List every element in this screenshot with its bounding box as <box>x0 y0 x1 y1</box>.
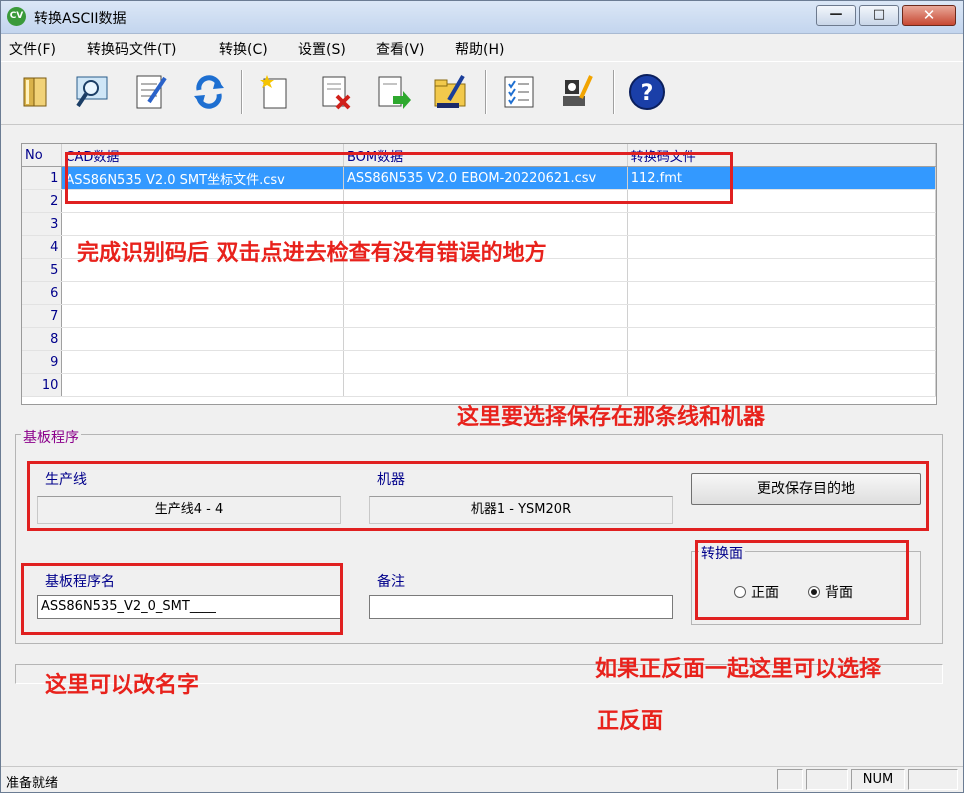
close-icon: ✕ <box>922 6 936 24</box>
bom-cell[interactable] <box>343 327 628 351</box>
table-row[interactable]: 3 <box>22 212 936 236</box>
toolbar-separator <box>241 70 243 114</box>
column-header-no[interactable]: No <box>22 144 63 167</box>
fmt-cell[interactable] <box>627 281 936 305</box>
maximize-icon: □ <box>872 7 886 22</box>
note-grid: 完成识别码后 双击点进去检查有没有错误的地方 <box>77 241 547 266</box>
cad-cell[interactable] <box>61 373 344 397</box>
fmt-cell[interactable] <box>627 350 936 374</box>
toolbar: ? <box>1 61 963 125</box>
note-name: 这里可以改名字 <box>45 673 200 698</box>
fmt-cell[interactable] <box>627 327 936 351</box>
export-file-icon[interactable] <box>371 70 415 114</box>
remark-input[interactable] <box>369 595 673 619</box>
menu-settings[interactable]: 设置(S) <box>298 39 346 59</box>
delete-file-icon[interactable] <box>313 70 357 114</box>
status-bar: 准备就绪 NUM <box>1 766 963 792</box>
fmt-cell[interactable] <box>627 373 936 397</box>
board-program-group-title: 基板程序 <box>21 427 81 447</box>
row-number: 1 <box>22 166 63 190</box>
minimize-icon: — <box>829 7 843 22</box>
cad-cell[interactable] <box>61 304 344 328</box>
row-number: 4 <box>22 235 63 259</box>
maximize-button[interactable]: □ <box>859 5 899 26</box>
toolbar-separator <box>485 70 487 114</box>
cad-cell[interactable] <box>61 212 344 236</box>
num-lock-indicator: NUM <box>851 769 905 790</box>
row-number: 3 <box>22 212 63 236</box>
cad-cell[interactable] <box>61 327 344 351</box>
help-icon[interactable]: ? <box>625 70 669 114</box>
title-bar[interactable]: CV 转换ASCII数据 — □ ✕ <box>1 1 963 34</box>
checklist-icon[interactable] <box>497 70 541 114</box>
row-number: 5 <box>22 258 63 282</box>
status-pane <box>908 769 958 790</box>
status-pane <box>806 769 848 790</box>
table-row[interactable]: 9 <box>22 350 936 374</box>
bom-cell[interactable] <box>343 212 628 236</box>
magnifier-screen-icon[interactable] <box>71 70 115 114</box>
table-row[interactable]: 6 <box>22 281 936 305</box>
status-pane <box>777 769 803 790</box>
refresh-arrows-icon[interactable] <box>187 70 231 114</box>
app-logo-icon: CV <box>7 7 26 26</box>
table-row[interactable]: 10 <box>22 373 936 397</box>
toolbar-separator <box>613 70 615 114</box>
edit-notepad-icon[interactable] <box>129 70 173 114</box>
bom-cell[interactable] <box>343 373 628 397</box>
new-file-icon[interactable] <box>253 70 297 114</box>
menu-convert-file[interactable]: 转换码文件(T) <box>87 39 176 59</box>
menu-view[interactable]: 查看(V) <box>376 39 425 59</box>
note-side-1: 如果正反面一起这里可以选择 <box>595 657 882 682</box>
highlight-grid-row <box>65 152 733 204</box>
menu-bar: 文件(F) 转换码文件(T) 转换(C) 设置(S) 查看(V) 帮助(H) <box>1 34 963 61</box>
table-row[interactable]: 7 <box>22 304 936 328</box>
row-number: 8 <box>22 327 63 351</box>
fmt-cell[interactable] <box>627 212 936 236</box>
row-number: 10 <box>22 373 63 397</box>
row-number: 6 <box>22 281 63 305</box>
highlight-program-name <box>21 563 343 635</box>
status-text: 准备就绪 <box>6 776 59 791</box>
svg-text:?: ? <box>641 81 654 106</box>
menu-convert[interactable]: 转换(C) <box>219 39 268 59</box>
note-line: 这里要选择保存在那条线和机器 <box>457 405 766 430</box>
row-number: 9 <box>22 350 63 374</box>
note-side-2: 正反面 <box>597 709 664 734</box>
cad-cell[interactable] <box>61 350 344 374</box>
bom-cell[interactable] <box>343 281 628 305</box>
highlight-side <box>695 540 909 620</box>
row-number: 2 <box>22 189 63 213</box>
fmt-cell[interactable] <box>627 258 936 282</box>
open-book-icon[interactable] <box>14 70 58 114</box>
main-window: CV 转换ASCII数据 — □ ✕ 文件(F) 转换码文件(T) 转换(C) … <box>0 0 964 793</box>
fmt-cell[interactable] <box>627 235 936 259</box>
minimize-button[interactable]: — <box>816 5 856 26</box>
fmt-cell[interactable] <box>627 304 936 328</box>
folder-pencil-icon[interactable] <box>429 70 473 114</box>
menu-help[interactable]: 帮助(H) <box>455 39 504 59</box>
menu-file[interactable]: 文件(F) <box>9 39 56 59</box>
remark-label: 备注 <box>377 574 405 590</box>
table-row[interactable]: 8 <box>22 327 936 351</box>
cad-cell[interactable] <box>61 281 344 305</box>
window-title: 转换ASCII数据 <box>34 11 127 27</box>
tools-wizard-icon[interactable] <box>555 70 599 114</box>
close-button[interactable]: ✕ <box>902 5 956 26</box>
bom-cell[interactable] <box>343 350 628 374</box>
bom-cell[interactable] <box>343 304 628 328</box>
row-number: 7 <box>22 304 63 328</box>
highlight-line-machine <box>27 461 929 531</box>
